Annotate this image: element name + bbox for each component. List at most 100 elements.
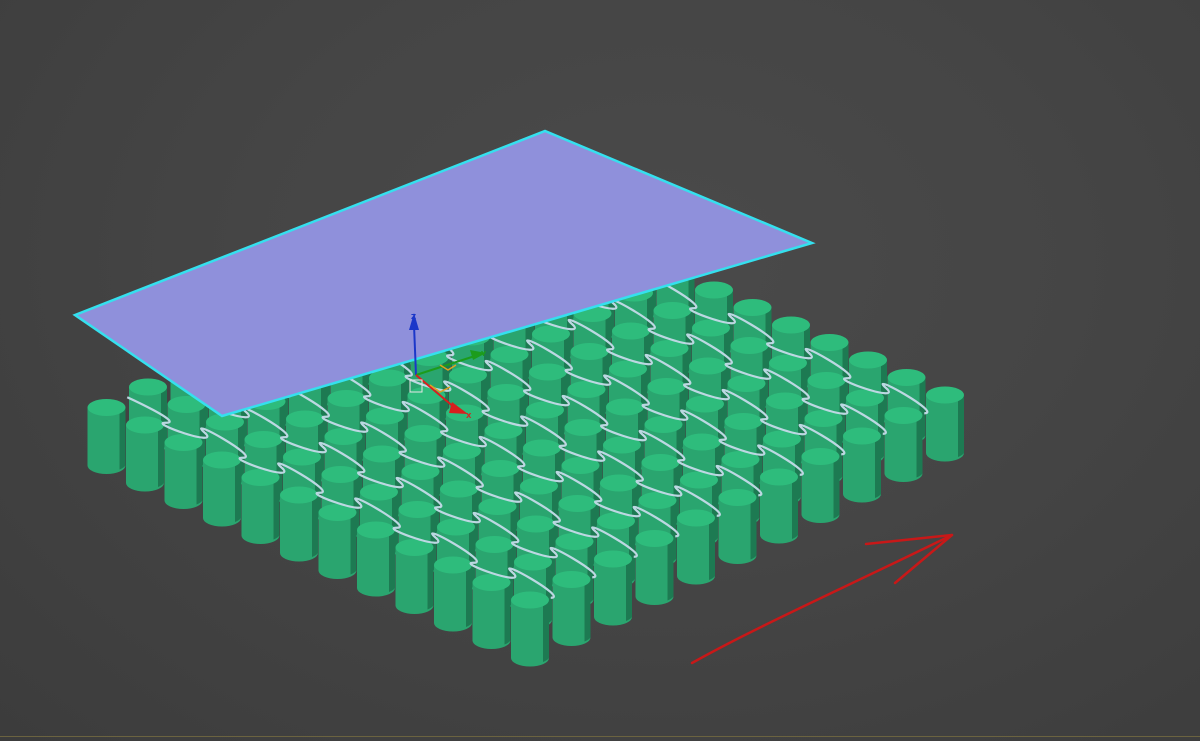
- cylinder[interactable]: [635, 530, 674, 605]
- cylinder[interactable]: [511, 591, 549, 667]
- cylinder-shade: [427, 547, 434, 610]
- cylinder[interactable]: [164, 434, 203, 509]
- cylinder[interactable]: [126, 416, 164, 492]
- cylinder-shade: [273, 477, 280, 540]
- gizmo-x-label: X: [466, 412, 472, 420]
- cylinder-top: [884, 407, 923, 424]
- cylinder-shade: [958, 395, 964, 457]
- cylinder-shade: [916, 415, 923, 478]
- cylinder[interactable]: [357, 521, 395, 597]
- cylinder-top: [766, 392, 804, 410]
- cylinder-shade: [792, 477, 798, 539]
- cylinder-top: [440, 480, 478, 498]
- cylinder-shade: [196, 442, 203, 505]
- gizmo-z-label: Z: [411, 313, 416, 321]
- cylinder-top: [807, 372, 846, 389]
- cylinder-top: [126, 416, 164, 434]
- cylinder-shade: [543, 600, 549, 662]
- cylinder-top: [404, 425, 443, 442]
- cylinder-shade: [350, 512, 357, 575]
- cylinder[interactable]: [87, 399, 126, 474]
- cylinder-top: [434, 556, 472, 574]
- cylinder-top: [363, 445, 401, 463]
- cylinder-top: [683, 433, 721, 451]
- gizmo-y-label: Y: [480, 350, 487, 358]
- cylinder-shade: [119, 407, 126, 470]
- cylinder-top: [635, 530, 674, 547]
- cylinder-top: [552, 571, 591, 588]
- scene-canvas[interactable]: Z Y X: [0, 0, 1200, 741]
- cylinder-top: [647, 378, 686, 395]
- cylinder[interactable]: [203, 451, 241, 527]
- cylinder-top: [695, 281, 733, 299]
- cylinder[interactable]: [801, 448, 840, 523]
- cylinder[interactable]: [843, 427, 881, 503]
- cylinder-top: [286, 410, 324, 428]
- cylinder-top: [730, 337, 769, 354]
- cylinder-shade: [833, 456, 840, 519]
- cylinder-top: [321, 466, 360, 483]
- cylinder-top: [724, 413, 763, 430]
- cylinder-shade: [504, 582, 511, 645]
- cylinder-top: [926, 386, 964, 404]
- cylinder-top: [244, 431, 283, 448]
- cylinder-top: [733, 299, 772, 316]
- cylinder-top: [570, 343, 609, 360]
- cylinder-shade: [875, 436, 881, 498]
- cylinder-top: [357, 521, 395, 539]
- cylinder-top: [398, 501, 437, 518]
- cylinder[interactable]: [760, 468, 798, 544]
- cylinder-top: [87, 399, 126, 416]
- cylinder[interactable]: [677, 509, 715, 585]
- cylinder-top: [849, 351, 887, 369]
- 3d-viewport[interactable]: Z Y X: [0, 0, 1200, 741]
- cylinder[interactable]: [884, 407, 923, 482]
- cylinder-top: [801, 448, 840, 465]
- cylinder-top: [612, 322, 650, 340]
- cylinder-top: [641, 454, 680, 471]
- cylinder[interactable]: [594, 550, 632, 626]
- cylinder[interactable]: [472, 574, 511, 649]
- cylinder-top: [475, 536, 514, 553]
- cylinder-top: [677, 509, 715, 527]
- cylinder-shade: [584, 579, 591, 642]
- cylinder-top: [760, 468, 798, 486]
- cylinder-top: [718, 489, 757, 506]
- cylinder-top: [558, 495, 597, 512]
- cylinder-shade: [389, 530, 395, 592]
- cylinder-shade: [158, 425, 164, 487]
- cylinder-shade: [312, 495, 318, 557]
- cylinder-top: [203, 451, 241, 469]
- cylinder-top: [843, 427, 881, 445]
- cylinder[interactable]: [926, 386, 964, 462]
- cylinder-shade: [626, 559, 632, 621]
- cylinder[interactable]: [318, 504, 357, 579]
- cylinder-top: [523, 439, 561, 457]
- cylinder-top: [280, 486, 318, 504]
- viewport-bottom-border: [0, 736, 1200, 737]
- cylinder-top: [689, 357, 727, 375]
- cylinder-top: [810, 334, 849, 351]
- cylinder-top: [564, 419, 603, 436]
- cylinder-top: [129, 378, 167, 396]
- cylinder-shade: [235, 460, 241, 522]
- cylinder[interactable]: [552, 571, 591, 646]
- cylinder[interactable]: [718, 489, 757, 564]
- cylinder-top: [772, 316, 810, 334]
- cylinder[interactable]: [395, 539, 434, 615]
- cylinder-top: [600, 474, 638, 492]
- cylinder-top: [653, 302, 692, 319]
- cylinder-top: [481, 460, 520, 477]
- cylinder-top: [887, 369, 926, 386]
- cylinder-top: [606, 398, 644, 416]
- cylinder[interactable]: [280, 486, 318, 562]
- cylinder[interactable]: [434, 556, 472, 632]
- cylinder-shade: [667, 538, 674, 601]
- cylinder-top: [511, 591, 549, 609]
- cylinder-shade: [709, 518, 715, 580]
- cylinder-shade: [750, 497, 757, 560]
- cylinder-top: [487, 384, 526, 401]
- cylinder-top: [594, 550, 632, 568]
- cylinder[interactable]: [241, 469, 280, 544]
- cylinder-shade: [466, 565, 472, 627]
